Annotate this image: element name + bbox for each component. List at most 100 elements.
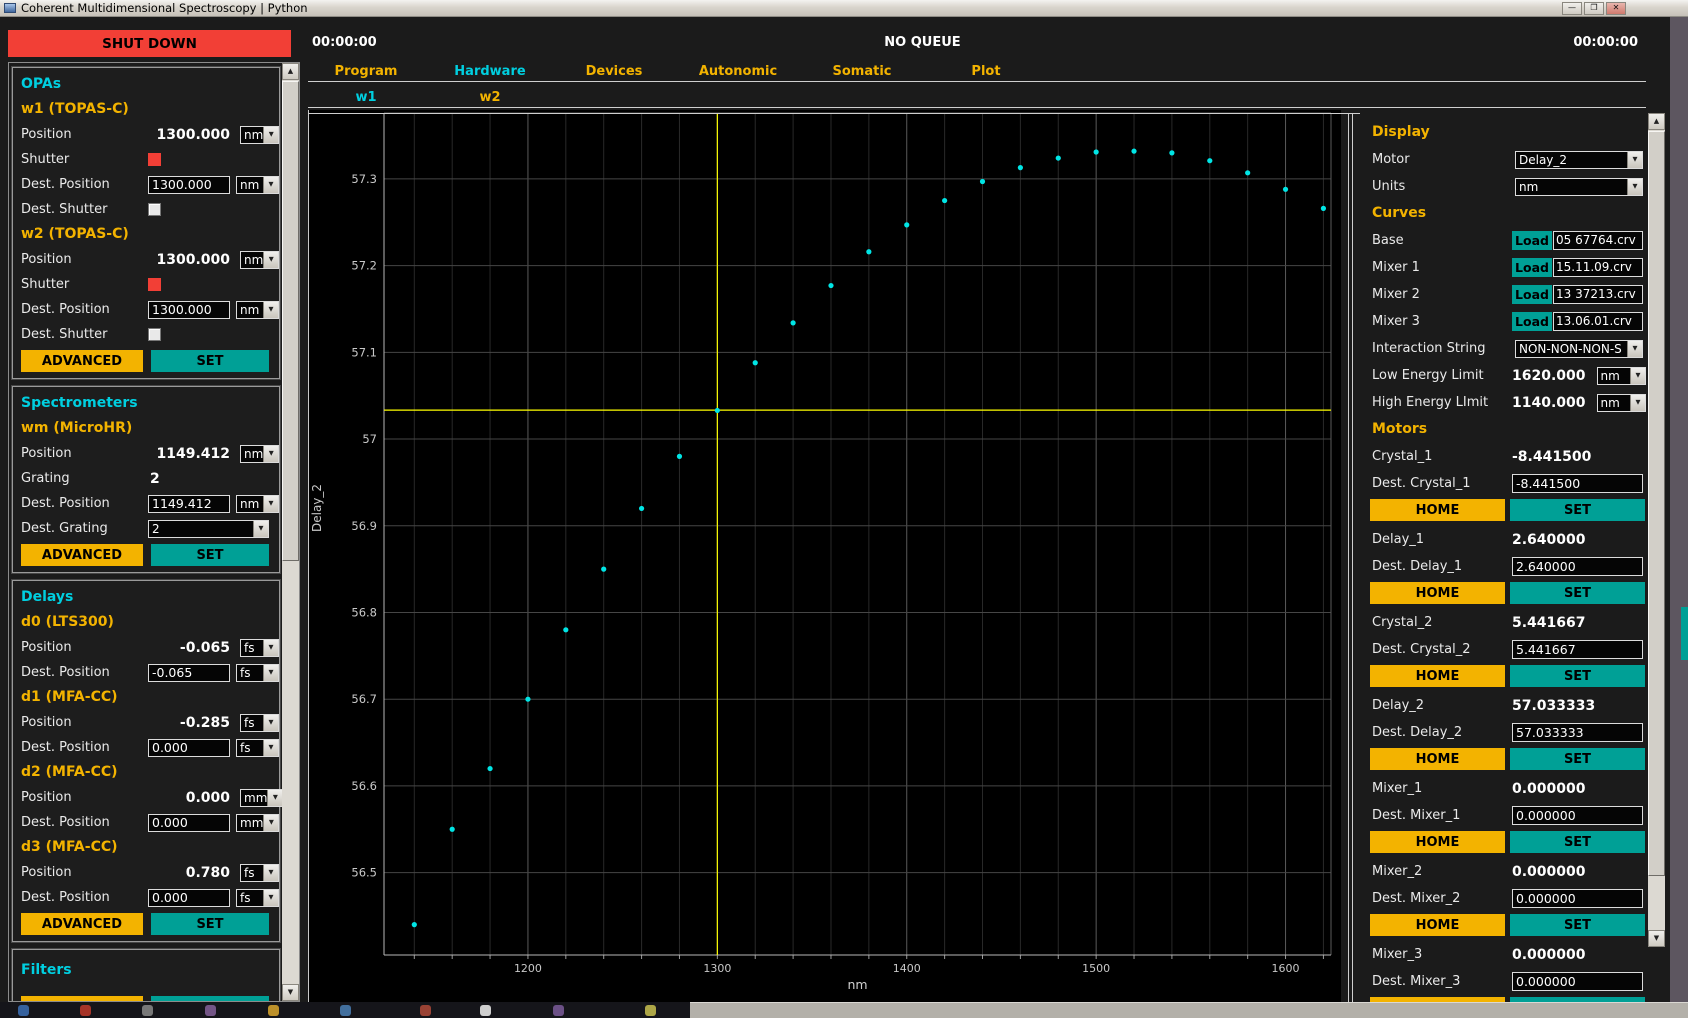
d3-unit-dropdown[interactable]: fs▼ (240, 864, 279, 882)
spectrometers-set-button[interactable]: SET (151, 544, 269, 566)
d1-unit-dropdown[interactable]: fs▼ (240, 714, 279, 732)
interaction-string-dropdown[interactable]: NON-NON-NON-S▼ (1515, 340, 1643, 358)
taskbar[interactable] (0, 1002, 1688, 1018)
d2-dest-position-input[interactable]: 0.000 (148, 814, 230, 832)
subtab-w2[interactable]: w2 (428, 88, 552, 107)
d3-dest-position-input[interactable]: 0.000 (148, 889, 230, 907)
crystal1-home-button[interactable]: HOME (1370, 499, 1505, 521)
dest-position-label: Dest. Position (21, 302, 143, 317)
wm-dest-position-input[interactable]: 1149.412 (148, 495, 230, 513)
tab-autonomic[interactable]: Autonomic (676, 62, 800, 81)
dest-grating-label: Dest. Grating (21, 521, 143, 536)
base-curve-file[interactable]: 05 67764.crv (1553, 231, 1643, 250)
taskbar-icon[interactable] (18, 1005, 29, 1016)
d3-dest-unit-dropdown[interactable]: fs▼ (236, 889, 279, 907)
dest-delay2-input[interactable]: 57.033333 (1512, 723, 1643, 742)
opas-set-button[interactable]: SET (151, 350, 269, 372)
subtab-w1[interactable]: w1 (304, 88, 428, 107)
mixer2-load-button[interactable]: Load (1512, 285, 1552, 304)
mixer1-load-button[interactable]: Load (1512, 258, 1552, 277)
w2-dest-shutter-checkbox[interactable] (148, 328, 161, 341)
left-scrollbar[interactable]: ▲ ▼ (282, 63, 299, 1001)
d0-unit-dropdown[interactable]: fs▼ (240, 639, 279, 657)
w1-dest-shutter-checkbox[interactable] (148, 203, 161, 216)
delays-advanced-button[interactable]: ADVANCED (21, 913, 143, 935)
taskbar-icon[interactable] (268, 1005, 279, 1016)
mixer3-load-button[interactable]: Load (1512, 312, 1552, 331)
wm-dest-unit-dropdown[interactable]: nm▼ (236, 495, 279, 513)
w2-dest-unit-dropdown[interactable]: nm▼ (236, 301, 279, 319)
spectrometers-advanced-button[interactable]: ADVANCED (21, 544, 143, 566)
crystal2-set-button[interactable]: SET (1510, 665, 1645, 687)
plot-area[interactable]: 56.556.656.756.856.95757.157.257.3120013… (308, 110, 1340, 1002)
delay2-set-button[interactable]: SET (1510, 748, 1645, 770)
tab-devices[interactable]: Devices (552, 62, 676, 81)
mixer1-set-button[interactable]: SET (1510, 831, 1645, 853)
dest-crystal1-input[interactable]: -8.441500 (1512, 474, 1643, 493)
maximize-button[interactable]: ❐ (1584, 2, 1604, 15)
filters-set-button[interactable]: SET (151, 996, 269, 1001)
taskbar-icon[interactable] (340, 1005, 351, 1016)
wm-dest-grating-dropdown[interactable]: 2▼ (148, 520, 269, 538)
delays-panel: Delays d0 (LTS300) Position-0.065fs▼ Des… (12, 580, 280, 942)
right-scrollbar-thumb[interactable] (1648, 131, 1665, 876)
d0-dest-position-input[interactable]: -0.065 (148, 664, 230, 682)
d2-unit-dropdown[interactable]: mm▼ (240, 789, 282, 807)
delays-set-button[interactable]: SET (151, 913, 269, 935)
scroll-up-arrow-icon[interactable]: ▲ (1648, 113, 1665, 130)
mixer2-set-button[interactable]: SET (1510, 914, 1645, 936)
d2-dest-unit-dropdown[interactable]: mm▼ (236, 814, 279, 832)
dest-mixer3-input[interactable]: 0.000000 (1512, 972, 1643, 991)
high-energy-unit-dropdown[interactable]: nm▼ (1597, 394, 1646, 412)
taskbar-icon[interactable] (142, 1005, 153, 1016)
mixer1-home-button[interactable]: HOME (1370, 831, 1505, 853)
tab-somatic[interactable]: Somatic (800, 62, 924, 81)
scroll-down-arrow-icon[interactable]: ▼ (1648, 930, 1665, 947)
crystal2-home-button[interactable]: HOME (1370, 665, 1505, 687)
d1-dest-position-input[interactable]: 0.000 (148, 739, 230, 757)
delay1-home-button[interactable]: HOME (1370, 582, 1505, 604)
shut-down-button[interactable]: SHUT DOWN (8, 30, 291, 57)
motor-dropdown[interactable]: Delay_2▼ (1515, 151, 1643, 169)
d1-dest-unit-dropdown[interactable]: fs▼ (236, 739, 279, 757)
dest-mixer1-input[interactable]: 0.000000 (1512, 806, 1643, 825)
tab-hardware[interactable]: Hardware (428, 62, 552, 81)
close-button[interactable]: ✕ (1606, 2, 1626, 15)
low-energy-unit-dropdown[interactable]: nm▼ (1597, 367, 1646, 385)
taskbar-icon[interactable] (480, 1005, 491, 1016)
left-scrollbar-thumb[interactable] (282, 81, 299, 561)
delay1-set-button[interactable]: SET (1510, 582, 1645, 604)
mixer3-curve-file[interactable]: 13.06.01.crv (1553, 312, 1643, 331)
minimize-button[interactable]: — (1562, 2, 1582, 15)
scroll-down-arrow-icon[interactable]: ▼ (282, 984, 299, 1001)
mixer2-home-button[interactable]: HOME (1370, 914, 1505, 936)
base-load-button[interactable]: Load (1512, 231, 1552, 250)
taskbar-icon[interactable] (553, 1005, 564, 1016)
w2-dest-position-input[interactable]: 1300.000 (148, 301, 230, 319)
delay-curve-plot[interactable]: 56.556.656.756.856.95757.157.257.3120013… (309, 110, 1341, 1002)
taskbar-icon[interactable] (645, 1005, 656, 1016)
w2-position-unit-dropdown[interactable]: nm▼ (240, 251, 279, 269)
w1-dest-unit-dropdown[interactable]: nm▼ (236, 176, 279, 194)
taskbar-icon[interactable] (205, 1005, 216, 1016)
mixer1-curve-file[interactable]: 15.11.09.crv (1553, 258, 1643, 277)
w1-dest-position-input[interactable]: 1300.000 (148, 176, 230, 194)
w1-position-unit-dropdown[interactable]: nm▼ (240, 126, 279, 144)
taskbar-icon[interactable] (80, 1005, 91, 1016)
d0-dest-unit-dropdown[interactable]: fs▼ (236, 664, 279, 682)
right-scrollbar[interactable]: ▲ ▼ (1648, 113, 1665, 947)
dest-crystal2-input[interactable]: 5.441667 (1512, 640, 1643, 659)
crystal1-set-button[interactable]: SET (1510, 499, 1645, 521)
scroll-up-arrow-icon[interactable]: ▲ (282, 63, 299, 80)
tab-program[interactable]: Program (304, 62, 428, 81)
mixer2-curve-file[interactable]: 13 37213.crv (1553, 285, 1643, 304)
wm-position-unit-dropdown[interactable]: nm▼ (240, 445, 279, 463)
dest-delay1-input[interactable]: 2.640000 (1512, 557, 1643, 576)
delay2-home-button[interactable]: HOME (1370, 748, 1505, 770)
tab-plot[interactable]: Plot (924, 62, 1048, 81)
taskbar-icon[interactable] (420, 1005, 431, 1016)
dest-mixer2-input[interactable]: 0.000000 (1512, 889, 1643, 908)
units-dropdown[interactable]: nm▼ (1515, 178, 1643, 196)
filters-advanced-button[interactable]: ADVANCED (21, 996, 143, 1001)
opas-advanced-button[interactable]: ADVANCED (21, 350, 143, 372)
